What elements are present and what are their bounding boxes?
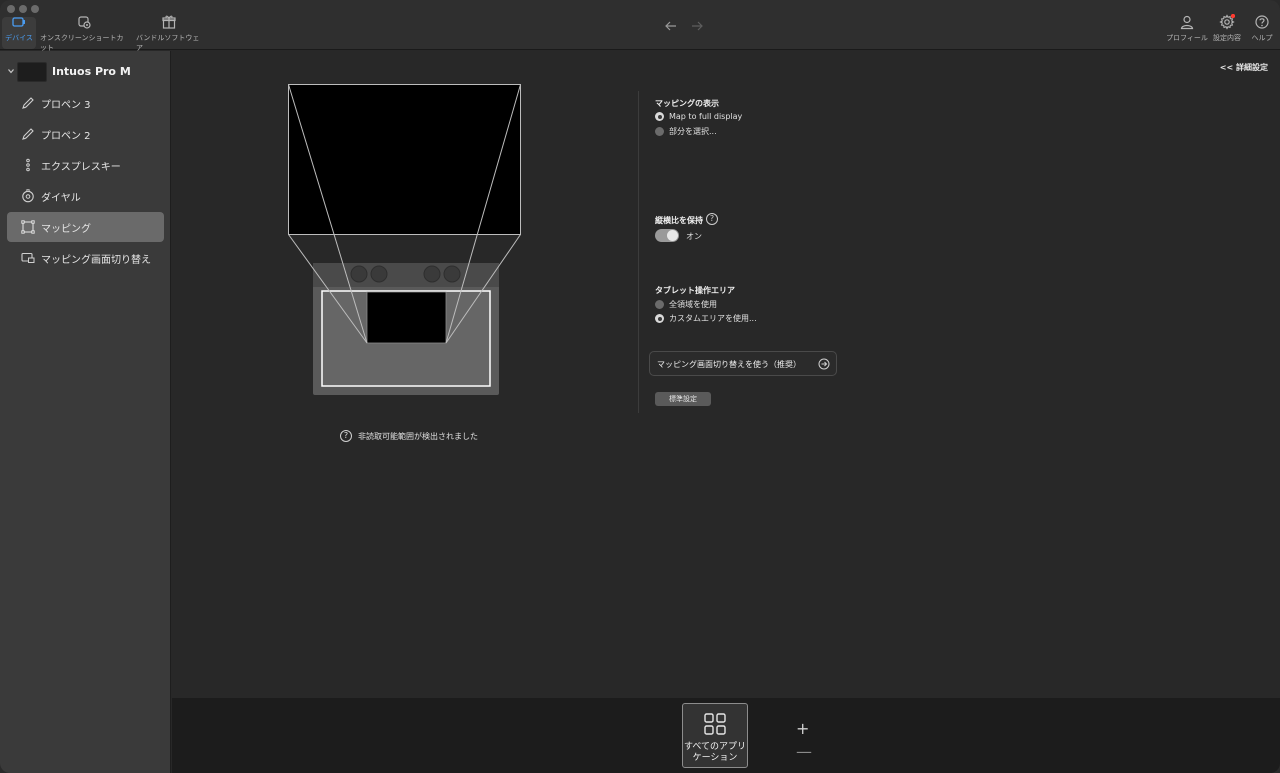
button-label: マッピング画面切り替えを使う（推奨） <box>657 360 801 369</box>
aspect-ratio-toggle[interactable] <box>655 229 679 242</box>
help-icon <box>1255 15 1269 29</box>
sidebar-item-dial[interactable]: ダイヤル <box>7 181 164 211</box>
onscreen-shortcut-icon <box>78 16 91 29</box>
settings-gear-icon <box>1219 14 1235 30</box>
mapping-preview <box>288 84 521 395</box>
expresskey-button <box>443 265 461 283</box>
tablet-top-strip <box>313 263 499 287</box>
minimize-window-button[interactable] <box>19 5 27 13</box>
pen-icon <box>22 97 34 109</box>
radio-label: カスタムエリアを使用... <box>669 314 757 323</box>
grid-icon <box>704 713 726 735</box>
warning-text: 非読取可能範囲が検出されました <box>358 431 478 441</box>
main-content: << 詳細設定 ? 非読取可能範囲が検出されました マッピングの表示 Map t… <box>172 51 1280 698</box>
tab-device-label: デバイス <box>5 34 33 42</box>
radio-label: 部分を選択... <box>669 127 717 136</box>
mapping-display-title: マッピングの表示 <box>655 99 719 108</box>
sidebar-item-label: プロペン 3 <box>41 100 91 111</box>
sidebar-item-expresskeys[interactable]: エクスプレスキー <box>7 150 164 180</box>
device-name: Intuos Pro M <box>52 65 131 78</box>
remove-application-button[interactable]: — <box>796 742 812 761</box>
mapping-icon <box>21 220 35 234</box>
expresskey-button <box>370 265 388 283</box>
radio-button[interactable] <box>655 314 664 323</box>
dial-icon <box>22 189 34 203</box>
expresskey-button <box>423 265 441 283</box>
sidebar-item-display-toggle[interactable]: マッピング画面切り替え <box>7 243 164 273</box>
use-display-toggle-button[interactable]: マッピング画面切り替えを使う（推奨） <box>649 351 837 376</box>
radio-custom-area[interactable]: カスタムエリアを使用... <box>655 313 757 324</box>
radio-label: Map to full display <box>669 112 743 121</box>
panel-divider <box>638 91 639 413</box>
sidebar-item-label: ダイヤル <box>41 193 81 204</box>
unreadable-area-warning: ? 非読取可能範囲が検出されました <box>340 430 478 442</box>
add-application-button[interactable]: + <box>796 719 809 738</box>
tab-device[interactable]: デバイス <box>4 14 34 43</box>
radio-full-display[interactable]: Map to full display <box>655 112 742 121</box>
sidebar-item-label: エクスプレスキー <box>41 162 121 173</box>
arrow-circle-right-icon <box>818 358 830 370</box>
tab-onscreen-shortcuts-label: オンスクリーンショートカット <box>40 34 124 52</box>
sidebar-item-label: マッピング画面切り替え <box>41 255 151 266</box>
help-circle-icon[interactable]: ? <box>706 213 718 225</box>
toolbar: デバイス オンスクリーンショートカット バンドルソフトウェア プロフィール 設定… <box>0 0 1280 53</box>
forward-arrow-icon[interactable] <box>690 19 704 33</box>
radio-label: 全領域を使用 <box>669 300 717 309</box>
radio-button[interactable] <box>655 112 664 121</box>
radio-button[interactable] <box>655 127 664 136</box>
advanced-settings-link[interactable]: << 詳細設定 <box>1220 62 1268 73</box>
expresskey-button <box>350 265 368 283</box>
device-icon <box>12 17 25 27</box>
tablet-area-title: タブレット操作エリア <box>655 286 735 295</box>
tab-bundled-software-label: バンドルソフトウェア <box>136 34 200 52</box>
sidebar-item-mapping[interactable]: マッピング <box>7 212 164 242</box>
tab-settings-label: 設定内容 <box>1213 34 1241 42</box>
sidebar-item-label: マッピング <box>41 224 91 235</box>
tab-bundled-software[interactable]: バンドルソフトウェア <box>136 14 202 53</box>
tab-profile-label: プロフィール <box>1166 34 1208 42</box>
default-settings-button[interactable]: 標準設定 <box>655 392 711 406</box>
zoom-window-button[interactable] <box>31 5 39 13</box>
help-circle-icon[interactable]: ? <box>340 430 352 442</box>
close-window-button[interactable] <box>7 5 15 13</box>
radio-button[interactable] <box>655 300 664 309</box>
expresskey-icon <box>26 158 30 172</box>
app-window: デバイス オンスクリーンショートカット バンドルソフトウェア プロフィール 設定… <box>0 0 1280 773</box>
display-preview <box>288 84 521 235</box>
display-toggle-icon <box>21 252 35 263</box>
tab-settings[interactable]: 設定内容 <box>1212 14 1242 43</box>
back-arrow-icon[interactable] <box>664 19 678 33</box>
tab-onscreen-shortcuts[interactable]: オンスクリーンショートカット <box>40 14 128 53</box>
all-applications-tile[interactable]: すべてのアプリケーション <box>682 703 748 768</box>
device-header[interactable]: Intuos Pro M <box>0 60 171 82</box>
aspect-ratio-title: 縦横比を保持 <box>655 216 703 225</box>
application-bar: すべてのアプリケーション + — <box>172 698 1280 773</box>
sidebar-item-pro-pen-3[interactable]: プロペン 3 <box>7 88 164 118</box>
sidebar-item-pro-pen-2[interactable]: プロペン 2 <box>7 119 164 149</box>
radio-use-full-area[interactable]: 全領域を使用 <box>655 299 717 310</box>
toggle-knob <box>667 230 678 241</box>
tab-help-label: ヘルプ <box>1251 34 1273 42</box>
tab-help[interactable]: ヘルプ <box>1250 14 1274 43</box>
chevron-down-icon[interactable] <box>7 67 15 75</box>
radio-select-portion[interactable]: 部分を選択... <box>655 126 717 137</box>
mapped-area <box>366 291 447 344</box>
all-applications-label: すべてのアプリケーション <box>683 742 746 763</box>
sidebar: Intuos Pro M プロペン 3 プロペン 2 エクスプレスキー ダイヤル… <box>0 51 171 773</box>
pen-icon <box>22 128 34 140</box>
device-thumbnail <box>17 62 47 82</box>
toggle-state-label: オン <box>686 232 702 241</box>
sidebar-item-label: プロペン 2 <box>41 131 91 142</box>
tab-profile[interactable]: プロフィール <box>1166 14 1208 43</box>
gift-icon <box>162 15 176 29</box>
profile-icon <box>1180 15 1194 30</box>
